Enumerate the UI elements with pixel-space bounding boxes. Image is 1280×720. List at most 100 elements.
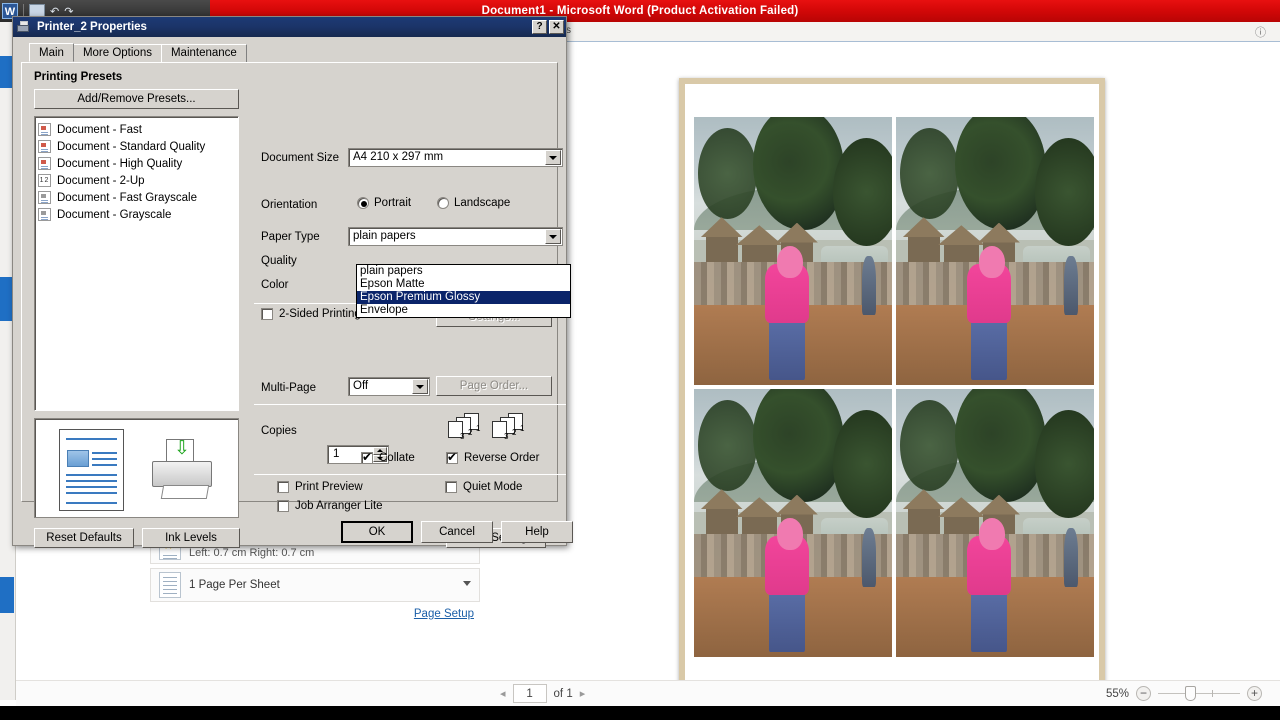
thumbnail-image-placeholder [67, 450, 89, 467]
page-setup-link[interactable]: Page Setup [150, 608, 480, 620]
screen-letterbox [0, 706, 1280, 720]
multi-page-label: Multi-Page [261, 382, 316, 394]
preset-label: Document - Grayscale [57, 208, 172, 221]
chevron-down-icon[interactable] [545, 229, 561, 244]
list-item[interactable]: Document - Grayscale [38, 206, 238, 223]
checkbox-label: Reverse Order [464, 452, 540, 464]
list-item[interactable]: Document - Standard Quality [38, 138, 238, 155]
dropdown-option-plain-papers[interactable]: plain papers [357, 265, 570, 278]
color-label: Color [261, 279, 289, 291]
chevron-down-icon[interactable] [463, 581, 471, 586]
print-preview-checkbox[interactable]: Print Preview [277, 481, 363, 493]
zoom-in-button[interactable]: + [1247, 686, 1262, 701]
photo-grid [694, 117, 1094, 657]
chevron-down-icon[interactable] [545, 150, 561, 165]
paper-type-combobox[interactable]: plain papers [348, 227, 563, 246]
multi-page-value: Off [353, 380, 369, 392]
page-navigation[interactable]: ◂ 1 of 1 ▸ [500, 684, 585, 703]
radio-label: Portrait [374, 197, 412, 209]
checkbox-label: Collate [379, 452, 415, 464]
checkbox-indicator [361, 450, 373, 464]
checkbox-indicator [261, 308, 273, 320]
close-icon[interactable]: ✕ [549, 20, 564, 34]
paper-type-value: plain papers [353, 230, 416, 242]
reverse-order-checkbox[interactable]: Reverse Order [446, 450, 540, 464]
divider [254, 404, 566, 405]
help-icon[interactable]: ⓘ [1255, 24, 1266, 40]
help-button-titlebar[interactable]: ? [532, 20, 547, 34]
zoom-out-button[interactable]: − [1136, 686, 1151, 701]
checkbox-label: Quiet Mode [463, 481, 523, 493]
page-number-input[interactable]: 1 [512, 684, 547, 703]
preset-fast-grayscale-icon [38, 191, 51, 204]
preset-label: Document - Fast [57, 123, 142, 136]
tab-more-options[interactable]: More Options [72, 44, 162, 62]
preset-2up-icon: 12 [38, 174, 51, 187]
two-sided-printing-checkbox[interactable]: 2-Sided Printing [261, 308, 361, 320]
checkbox-label: Print Preview [295, 481, 363, 493]
zoom-control[interactable]: 55% − + [1106, 686, 1262, 701]
page-icon [159, 572, 181, 598]
pages-per-sheet-label: 1 Page Per Sheet [189, 578, 280, 591]
divider [254, 474, 566, 475]
checkbox-indicator [445, 481, 457, 493]
orientation-portrait-radio[interactable]: Portrait [357, 197, 411, 209]
checkbox-label: 2-Sided Printing [279, 308, 361, 320]
zoom-level-label: 55% [1105, 687, 1129, 700]
previous-page-icon[interactable]: ◂ [500, 687, 506, 700]
preview-photo [896, 117, 1094, 385]
multi-page-combobox[interactable]: Off [348, 377, 430, 396]
list-item[interactable]: 12 Document - 2-Up [38, 172, 238, 189]
page-count-label: of 1 [553, 687, 573, 700]
copies-label: Copies [261, 425, 297, 437]
cancel-button[interactable]: Cancel [421, 521, 493, 543]
page-order-button[interactable]: Page Order... [436, 376, 552, 396]
document-size-combobox[interactable]: A4 210 x 297 mm [348, 148, 563, 167]
list-item[interactable]: Document - Fast Grayscale [38, 189, 238, 206]
collate-illustration-icon: 1 2 3 [448, 413, 482, 441]
printer-output-icon: ⇩ [146, 439, 220, 501]
print-preview-page [679, 78, 1105, 688]
collate-checkbox[interactable]: Collate [361, 450, 415, 464]
list-item[interactable]: Document - Fast [38, 121, 238, 138]
add-remove-presets-button[interactable]: Add/Remove Presets... [34, 89, 239, 109]
preset-standard-icon [38, 140, 51, 153]
preset-label: Document - 2-Up [57, 174, 145, 187]
dialog-title-bar[interactable]: Printer_2 Properties ? ✕ [13, 17, 566, 37]
dialog-button-row: OK Cancel Help [21, 507, 573, 557]
radio-indicator [437, 197, 449, 209]
printing-presets-heading: Printing Presets [34, 71, 123, 83]
ok-button[interactable]: OK [341, 521, 413, 543]
dropdown-option-envelope[interactable]: Envelope [357, 304, 570, 317]
main-tab-panel: Printing Presets Add/Remove Presets... D… [21, 62, 571, 548]
preset-label: Document - Standard Quality [57, 140, 206, 153]
quality-label: Quality [261, 255, 297, 267]
preset-grayscale-icon [38, 208, 51, 221]
pages-per-sheet-row[interactable]: 1 Page Per Sheet [150, 568, 480, 602]
preview-photo [694, 117, 892, 385]
word-status-bar: ◂ 1 of 1 ▸ 55% − + [16, 680, 1280, 706]
quiet-mode-checkbox[interactable]: Quiet Mode [445, 481, 522, 493]
next-page-icon[interactable]: ▸ [580, 687, 586, 700]
orientation-label: Orientation [261, 199, 318, 211]
zoom-slider-track[interactable] [1158, 686, 1240, 701]
chevron-down-icon[interactable] [412, 379, 428, 394]
preset-label: Document - High Quality [57, 157, 183, 170]
paper-type-dropdown-list[interactable]: plain papers Epson Matte Epson Premium G… [356, 264, 571, 318]
printer-icon [17, 20, 31, 34]
down-arrow-icon: ⇩ [174, 438, 190, 459]
list-item[interactable]: Document - High Quality [38, 155, 238, 172]
help-button[interactable]: Help [501, 521, 573, 543]
dropdown-option-epson-matte[interactable]: Epson Matte [357, 278, 570, 291]
dropdown-option-epson-premium-glossy[interactable]: Epson Premium Glossy [357, 291, 570, 304]
checkbox-indicator [446, 450, 458, 464]
zoom-slider-tick [1212, 690, 1213, 697]
orientation-landscape-radio[interactable]: Landscape [437, 197, 510, 209]
printer-properties-dialog: Printer_2 Properties ? ✕ Main More Optio… [12, 16, 573, 548]
document-size-label: Document Size [261, 152, 339, 164]
zoom-slider-thumb[interactable] [1185, 686, 1196, 701]
tab-maintenance[interactable]: Maintenance [160, 44, 247, 62]
printing-presets-list[interactable]: Document - Fast Document - Standard Qual… [34, 116, 239, 411]
copies-value: 1 [333, 448, 340, 460]
tab-main[interactable]: Main [29, 43, 74, 62]
